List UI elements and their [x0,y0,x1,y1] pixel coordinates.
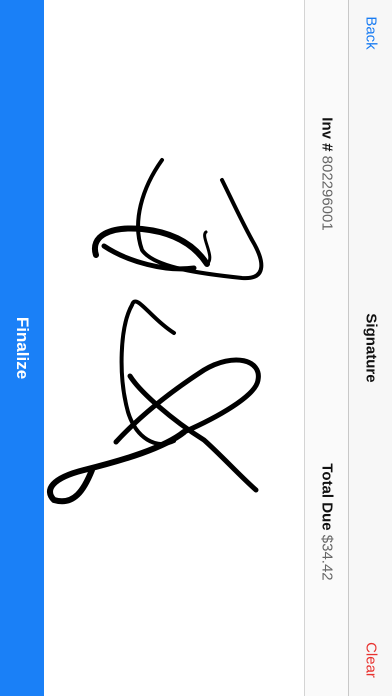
signature-pad[interactable] [44,0,304,696]
invoice-number: Inv # 802296001 [319,117,336,230]
invoice-info-bar: Inv # 802296001 Total Due $34.42 [304,0,349,696]
invoice-number-label: Inv # [318,117,336,152]
invoice-number-value: 802296001 [318,155,336,231]
back-button[interactable]: Back [363,16,380,49]
total-due: Total Due $34.42 [319,463,336,580]
clear-button[interactable]: Clear [363,642,380,678]
finalize-label: Finalize [13,316,32,380]
navigation-bar: Back Signature Clear [348,0,392,696]
signature-strokes [47,158,264,505]
page-title: Signature [362,313,380,383]
signature-stroke [127,373,259,493]
signature-stroke [136,158,264,281]
finalize-button[interactable]: Finalize [0,0,44,696]
signature-screen: Finalize Inv # 802296001 Total Due $34.4… [0,0,392,696]
signature-stroke [119,299,176,446]
total-due-value: $34.42 [318,534,336,581]
total-due-label: Total Due [318,463,336,531]
